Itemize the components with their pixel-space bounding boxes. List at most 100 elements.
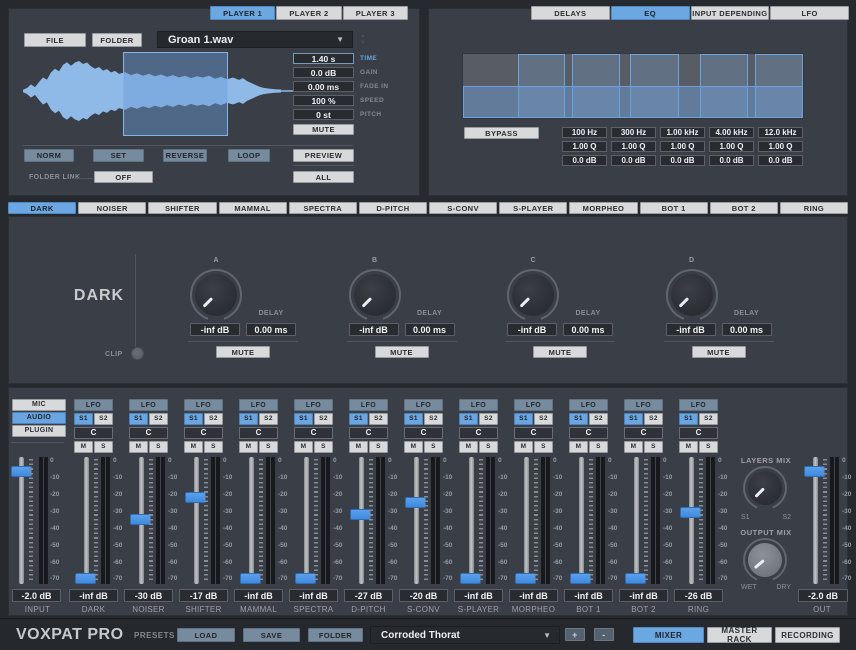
voice-level-knob[interactable]	[666, 269, 718, 321]
module-tab-dark[interactable]: DARK	[8, 202, 76, 214]
param-value-box[interactable]: 0.00 ms	[293, 81, 354, 92]
s1-button[interactable]: S1	[184, 413, 203, 425]
spinner-up-icon[interactable]: ▲	[357, 33, 369, 40]
channel-value-box[interactable]: -inf dB	[619, 589, 668, 602]
lfo-button[interactable]: LFO	[514, 399, 553, 411]
mute-button[interactable]: M	[404, 441, 423, 453]
lfo-button[interactable]: LFO	[294, 399, 333, 411]
all-button[interactable]: ALL	[293, 171, 354, 183]
mute-button[interactable]: M	[129, 441, 148, 453]
channel-value-box[interactable]: -inf dB	[509, 589, 558, 602]
fader-track[interactable]	[84, 457, 89, 584]
eq-freq-box[interactable]: 12.0 kHz	[758, 127, 803, 138]
lfo-button[interactable]: LFO	[404, 399, 443, 411]
folder-link-toggle[interactable]: OFF	[94, 171, 153, 183]
preset-folder-button[interactable]: FOLDER	[308, 628, 363, 642]
fader-handle[interactable]	[680, 507, 701, 518]
eq-freq-box[interactable]: 300 Hz	[611, 127, 656, 138]
s2-button[interactable]: S2	[149, 413, 168, 425]
solo-button[interactable]: S	[259, 441, 278, 453]
s1-button[interactable]: S1	[239, 413, 258, 425]
input-value-box[interactable]: -2.0 dB	[12, 589, 61, 602]
layers-mix-knob[interactable]	[743, 466, 787, 510]
eq-q-box[interactable]: 1.00 Q	[758, 141, 803, 152]
voice-level-knob[interactable]	[507, 269, 559, 321]
channel-value-box[interactable]: -30 dB	[124, 589, 173, 602]
s2-button[interactable]: S2	[259, 413, 278, 425]
voice-level-box[interactable]: -inf dB	[190, 323, 240, 336]
mute-button[interactable]: M	[459, 441, 478, 453]
mute-button[interactable]: M	[239, 441, 258, 453]
fader-track[interactable]	[359, 457, 364, 584]
tab-delays[interactable]: DELAYS	[531, 6, 610, 20]
fader-track[interactable]	[524, 457, 529, 584]
lfo-button[interactable]: LFO	[679, 399, 718, 411]
eq-graph[interactable]	[462, 53, 804, 119]
tab-eq[interactable]: EQ	[611, 6, 690, 20]
voice-delay-box[interactable]: 0.00 ms	[246, 323, 296, 336]
param-value-box[interactable]: 1.40 s	[293, 53, 354, 64]
tab-lfo[interactable]: LFO	[770, 6, 849, 20]
param-value-box[interactable]: 0.0 dB	[293, 67, 354, 78]
voice-level-box[interactable]: -inf dB	[666, 323, 716, 336]
solo-button[interactable]: S	[314, 441, 333, 453]
voice-mute-button[interactable]: MUTE	[533, 346, 587, 358]
param-value-box[interactable]: 0 st	[293, 109, 354, 120]
eq-band-region[interactable]	[630, 54, 679, 118]
voice-delay-box[interactable]: 0.00 ms	[405, 323, 455, 336]
pan-center-box[interactable]: C	[294, 427, 333, 439]
module-tab-noiser[interactable]: NOISER	[78, 202, 146, 214]
spinner-down-icon[interactable]: ▼	[357, 40, 369, 47]
fader-handle[interactable]	[350, 509, 371, 520]
s2-button[interactable]: S2	[644, 413, 663, 425]
channel-value-box[interactable]: -inf dB	[69, 589, 118, 602]
preview-button[interactable]: PREVIEW	[293, 149, 354, 162]
fader-track[interactable]	[194, 457, 199, 584]
module-tab-mammal[interactable]: MAMMAL	[219, 202, 287, 214]
eq-band-region[interactable]	[755, 54, 803, 118]
fader-track[interactable]	[469, 457, 474, 584]
bypass-button[interactable]: BYPASS	[464, 127, 539, 139]
save-button[interactable]: SAVE	[243, 628, 300, 642]
lfo-button[interactable]: LFO	[624, 399, 663, 411]
voice-level-knob[interactable]	[349, 269, 401, 321]
s2-button[interactable]: S2	[314, 413, 333, 425]
preset-dropdown[interactable]: Corroded Thorat ▼	[370, 626, 560, 644]
eq-q-box[interactable]: 1.00 Q	[562, 141, 607, 152]
eq-gain-box[interactable]: 0.0 dB	[758, 155, 803, 166]
solo-button[interactable]: S	[589, 441, 608, 453]
s1-button[interactable]: S1	[349, 413, 368, 425]
eq-band-region[interactable]	[572, 54, 620, 118]
solo-button[interactable]: S	[479, 441, 498, 453]
fader-handle[interactable]	[185, 492, 206, 503]
pan-center-box[interactable]: C	[349, 427, 388, 439]
fader-handle[interactable]	[625, 573, 646, 584]
fader-handle[interactable]	[515, 573, 536, 584]
fader-handle[interactable]	[130, 514, 151, 525]
solo-button[interactable]: S	[204, 441, 223, 453]
pan-center-box[interactable]: C	[74, 427, 113, 439]
fader-track[interactable]	[249, 457, 254, 584]
module-tab-morpheo[interactable]: MORPHEO	[569, 202, 637, 214]
pan-center-box[interactable]: C	[679, 427, 718, 439]
voice-delay-box[interactable]: 0.00 ms	[563, 323, 613, 336]
mute-button[interactable]: M	[679, 441, 698, 453]
s1-button[interactable]: S1	[514, 413, 533, 425]
channel-value-box[interactable]: -20 dB	[399, 589, 448, 602]
solo-button[interactable]: S	[94, 441, 113, 453]
s2-button[interactable]: S2	[94, 413, 113, 425]
waveform-selection[interactable]	[123, 52, 228, 136]
s2-button[interactable]: S2	[589, 413, 608, 425]
solo-button[interactable]: S	[369, 441, 388, 453]
output-mix-knob[interactable]	[743, 538, 787, 582]
eq-freq-box[interactable]: 4.00 kHz	[709, 127, 754, 138]
next-preset-button[interactable]: +	[565, 628, 585, 641]
fader-track[interactable]	[414, 457, 419, 584]
channel-value-box[interactable]: -26 dB	[674, 589, 723, 602]
view-tab-recording[interactable]: RECORDING	[775, 627, 840, 643]
s2-button[interactable]: S2	[534, 413, 553, 425]
eq-gain-box[interactable]: 0.0 dB	[709, 155, 754, 166]
lfo-button[interactable]: LFO	[129, 399, 168, 411]
s1-button[interactable]: S1	[129, 413, 148, 425]
eq-gain-box[interactable]: 0.0 dB	[611, 155, 656, 166]
